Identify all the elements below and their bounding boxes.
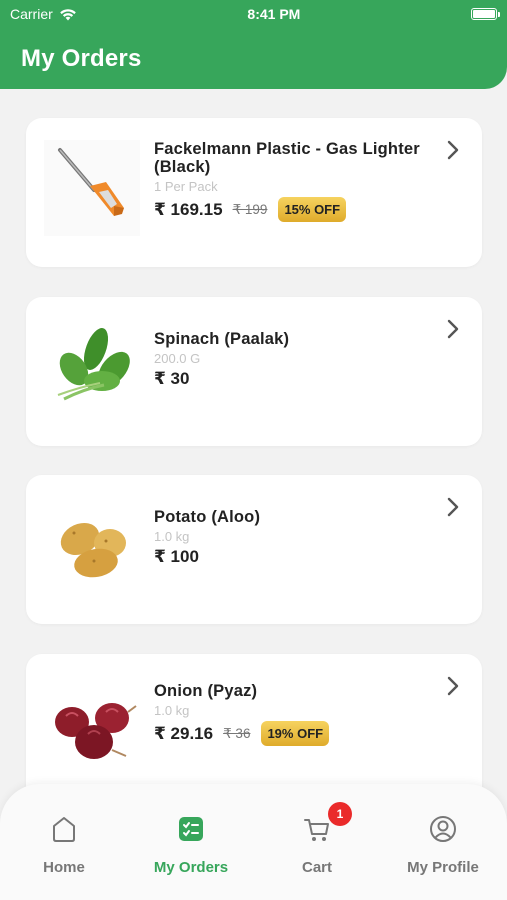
price-row: ₹ 30 [154,369,442,389]
battery-icon [470,8,500,20]
product-price: ₹ 100 [154,547,199,566]
product-mrp: ₹ 199 [232,201,268,217]
price-row: ₹ 169.15 ₹ 199 15% OFF [154,197,442,222]
order-info: Potato (Aloo) 1.0 kg ₹ 100 [154,508,442,567]
discount-badge: 19% OFF [261,721,330,746]
tab-cart[interactable]: 1 Cart [262,802,372,884]
status-bar: Carrier 8:41 PM [0,0,507,28]
carrier-label: Carrier [10,6,53,22]
tab-my-profile-label: My Profile [407,859,479,876]
order-info: Spinach (Paalak) 200.0 G ₹ 30 [154,330,442,389]
page-title: My Orders [21,44,142,72]
product-name: Onion (Pyaz) [154,682,258,700]
chevron-right-icon[interactable] [446,319,460,339]
tab-home[interactable]: Home [9,814,119,884]
product-quantity: 1.0 kg [154,703,190,718]
chevron-right-icon[interactable] [446,140,460,160]
cart-icon [304,819,329,841]
profile-icon [430,816,456,842]
chevron-right-icon[interactable] [446,676,460,696]
order-card[interactable]: Potato (Aloo) 1.0 kg ₹ 100 [26,475,482,624]
gas-lighter-image [44,140,140,236]
status-left: Carrier [10,6,77,22]
bottom-tab-bar: Home My Orders 1 Cart My Profile [0,784,507,900]
potato-image [44,497,140,593]
discount-badge: 15% OFF [278,197,347,222]
home-icon [53,817,75,842]
cart-count-badge: 1 [328,802,352,826]
product-price: ₹ 29.16 [154,723,214,743]
cart-icon-wrap: 1 [302,802,352,844]
onion-image [44,676,140,772]
product-name: Fackelmann Plastic - Gas Lighter (Black) [154,140,420,176]
tab-my-profile[interactable]: My Profile [388,814,498,884]
tab-my-orders-label: My Orders [153,859,229,876]
product-mrp: ₹ 36 [223,725,251,741]
product-price: ₹ 30 [154,369,190,388]
order-card[interactable]: Fackelmann Plastic - Gas Lighter (Black)… [26,118,482,267]
chevron-right-icon[interactable] [446,497,460,517]
price-row: ₹ 100 [154,547,442,567]
orders-icon [179,817,203,841]
product-quantity: 1 Per Pack [154,179,218,194]
product-quantity: 1.0 kg [154,529,190,544]
wifi-icon [59,8,76,20]
price-row: ₹ 29.16 ₹ 36 19% OFF [154,721,442,746]
tab-my-orders[interactable]: My Orders [136,814,246,884]
spinach-image [44,319,140,415]
order-info: Onion (Pyaz) 1.0 kg ₹ 29.16 ₹ 36 19% OFF [154,682,442,746]
product-name: Spinach (Paalak) [154,330,290,348]
product-price: ₹ 169.15 [154,199,223,219]
product-name: Potato (Aloo) [154,508,261,526]
tab-home-label: Home [43,859,85,876]
order-info: Fackelmann Plastic - Gas Lighter (Black)… [154,140,442,222]
product-quantity: 200.0 G [154,351,201,366]
order-card[interactable]: Spinach (Paalak) 200.0 G ₹ 30 [26,297,482,446]
clock: 8:41 PM [247,6,301,22]
app-header: My Orders [0,28,507,89]
order-card[interactable]: Onion (Pyaz) 1.0 kg ₹ 29.16 ₹ 36 19% OFF [26,654,482,803]
tab-cart-label: Cart [301,859,332,876]
